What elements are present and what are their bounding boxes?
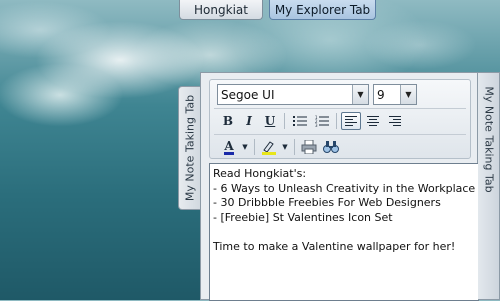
svg-text:3: 3 bbox=[315, 123, 318, 127]
note-panel: Segoe UI ▼ 9 ▼ B I U 123 A ▼ ▼ Read Hong… bbox=[200, 72, 479, 301]
align-left-icon[interactable] bbox=[341, 112, 361, 130]
side-tab-label: My Note Taking Tab bbox=[183, 94, 196, 202]
note-line: - [Freebie] St Valentines Icon Set bbox=[213, 210, 393, 224]
side-tab-note-taking-right[interactable]: My Note Taking Tab bbox=[478, 72, 500, 300]
tab-my-explorer[interactable]: My Explorer Tab bbox=[269, 0, 376, 20]
toolbar-separator bbox=[336, 113, 337, 129]
chevron-down-icon[interactable]: ▼ bbox=[352, 85, 368, 104]
highlight-icon[interactable] bbox=[258, 138, 280, 156]
toolbar-separator bbox=[294, 139, 295, 155]
align-center-icon[interactable] bbox=[363, 112, 383, 130]
font-size-select[interactable]: 9 ▼ bbox=[373, 84, 417, 105]
note-line: Read Hongkiat's: bbox=[213, 167, 307, 180]
toolbar-separator bbox=[284, 113, 285, 129]
toolbar-separator bbox=[254, 139, 255, 155]
chevron-down-icon[interactable]: ▼ bbox=[400, 85, 416, 104]
note-line: Time to make a Valentine wallpaper for h… bbox=[213, 239, 456, 253]
font-size-value: 9 bbox=[377, 87, 385, 102]
chevron-down-icon[interactable]: ▼ bbox=[279, 138, 291, 156]
note-line bbox=[213, 225, 475, 240]
font-family-value: Segoe UI bbox=[221, 87, 275, 102]
side-tab-note-taking-left[interactable]: My Note Taking Tab bbox=[178, 86, 200, 210]
font-color-icon[interactable]: A bbox=[218, 138, 240, 156]
print-icon[interactable] bbox=[299, 138, 319, 156]
note-editor[interactable]: Read Hongkiat's: - 6 Ways to Unleash Cre… bbox=[209, 163, 479, 301]
note-line: - 30 Dribbble Freebies For Web Designers bbox=[213, 196, 441, 209]
font-color-label: A bbox=[224, 138, 234, 155]
toolbar-divider bbox=[214, 108, 466, 109]
bold-icon[interactable]: B bbox=[218, 112, 238, 130]
bullet-list-icon[interactable] bbox=[290, 112, 310, 130]
italic-icon[interactable]: I bbox=[239, 112, 259, 130]
align-right-icon[interactable] bbox=[385, 112, 405, 130]
formatting-toolbar: Segoe UI ▼ 9 ▼ B I U 123 A ▼ ▼ bbox=[209, 79, 471, 159]
side-tab-label: My Note Taking Tab bbox=[482, 86, 495, 193]
note-line: - 6 Ways to Unleash Creativity in the Wo… bbox=[213, 181, 476, 195]
numbered-list-icon[interactable]: 123 bbox=[312, 112, 332, 130]
chevron-down-icon[interactable]: ▼ bbox=[239, 138, 251, 156]
find-icon[interactable] bbox=[321, 138, 341, 156]
underline-icon[interactable]: U bbox=[260, 112, 280, 130]
font-family-select[interactable]: Segoe UI ▼ bbox=[217, 84, 369, 105]
tab-hongkiat[interactable]: Hongkiat bbox=[179, 0, 263, 20]
toolbar-divider bbox=[214, 134, 466, 135]
